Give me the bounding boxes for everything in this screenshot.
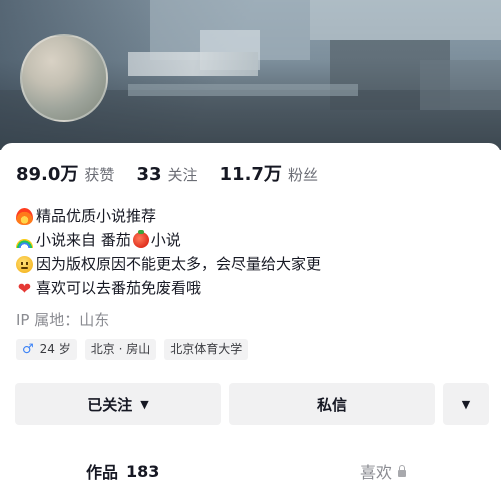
fire-emoji-icon xyxy=(16,207,33,225)
banner-blur-block xyxy=(310,0,501,40)
tab-likes-label: 喜欢 xyxy=(360,463,393,482)
message-button[interactable]: 私信 xyxy=(229,383,435,425)
tomato-emoji-icon xyxy=(132,230,149,248)
profile-tags: ♂ 24 岁 北京 · 房山 北京体育大学 xyxy=(16,339,256,360)
bio-text: 小说 xyxy=(150,231,181,249)
avatar[interactable] xyxy=(20,34,108,122)
male-icon: ♂ xyxy=(22,342,34,357)
bio-text: 因为版权原因不能更太多，会尽量给大家更 xyxy=(36,255,322,273)
stat-following[interactable]: 33 关注 xyxy=(136,164,197,185)
tag-age: ♂ 24 岁 xyxy=(16,339,77,360)
message-button-label: 私信 xyxy=(316,395,347,414)
banner-blur-block xyxy=(420,60,501,110)
rainbow-emoji-icon xyxy=(16,238,33,248)
username-blurred xyxy=(128,52,258,76)
bio-line: ❤ 喜欢可以去番茄免废看哦 xyxy=(16,276,486,300)
stat-likes-value: 89.0万 xyxy=(16,164,79,185)
tab-works[interactable]: 作品 183 xyxy=(86,459,159,483)
bio-line: 因为版权原因不能更太多，会尽量给大家更 xyxy=(16,252,486,276)
bio-text: 精品优质小说推荐 xyxy=(36,207,157,225)
red-heart-emoji-icon: ❤ xyxy=(17,278,32,298)
bio-line: 小说来自 番茄 小说 xyxy=(16,228,486,252)
tab-works-count: 183 xyxy=(126,461,160,481)
caret-down-icon: ▼ xyxy=(461,397,471,411)
bio-text: 喜欢可以去番茄免废看哦 xyxy=(36,279,202,297)
bio-line: 精品优质小说推荐 xyxy=(16,204,486,228)
more-options-button[interactable]: ▼ xyxy=(443,383,489,425)
stat-followers-value: 11.7万 xyxy=(219,164,282,185)
stat-following-value: 33 xyxy=(136,164,162,185)
followed-button-label: 已关注 xyxy=(87,395,133,414)
tab-likes[interactable]: 喜欢 xyxy=(360,459,407,483)
caret-down-icon: ▼ xyxy=(140,397,149,411)
profile-header-banner xyxy=(0,0,501,150)
tag-school[interactable]: 北京体育大学 xyxy=(164,339,249,360)
bio-text: 小说来自 番茄 xyxy=(36,231,131,249)
neutral-face-emoji-icon xyxy=(16,255,33,273)
tag-location: 北京 · 房山 xyxy=(84,339,157,360)
tab-works-label: 作品 xyxy=(86,463,119,482)
profile-bio: 精品优质小说推荐 小说来自 番茄 小说 因为版权原因不能更太多，会尽量给大家更 … xyxy=(16,204,486,300)
tag-age-text: 24 岁 xyxy=(39,342,71,356)
profile-actions: 已关注 ▼ 私信 ▼ xyxy=(15,383,489,425)
followed-button[interactable]: 已关注 ▼ xyxy=(15,383,221,425)
stat-likes-label: 获赞 xyxy=(84,166,115,184)
user-id-blurred xyxy=(128,84,358,96)
profile-stats: 89.0万 获赞 33 关注 11.7万 粉丝 xyxy=(16,160,340,188)
ip-location: IP 属地：山东 xyxy=(16,311,110,329)
stat-following-label: 关注 xyxy=(167,166,198,184)
stat-likes[interactable]: 89.0万 获赞 xyxy=(16,160,114,186)
stat-followers[interactable]: 11.7万 粉丝 xyxy=(220,160,318,186)
profile-card: 89.0万 获赞 33 关注 11.7万 粉丝 精品优质小说推荐 小说来自 番茄… xyxy=(0,143,501,483)
lock-icon xyxy=(398,464,407,477)
stat-followers-label: 粉丝 xyxy=(287,166,318,184)
